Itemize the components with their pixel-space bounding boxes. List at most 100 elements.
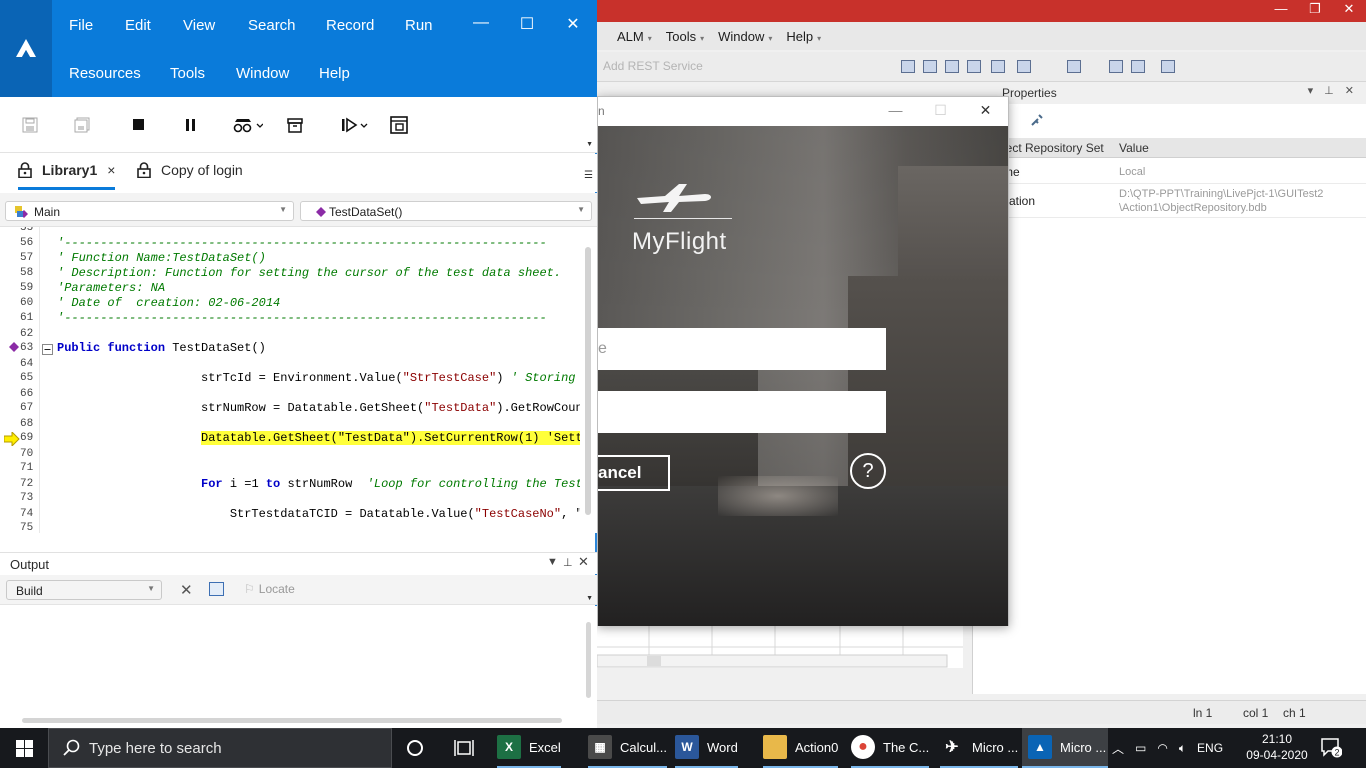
help-button[interactable]: ? xyxy=(850,453,886,489)
code-line[interactable]: 65 strTcId = Environment.Value("StrTestC… xyxy=(0,371,597,386)
code-editor[interactable]: 55 56 '-----------------------------------… xyxy=(0,227,597,533)
code-line[interactable]: 57 ' Function Name:TestDataSet() xyxy=(0,251,597,266)
menu-alm[interactable]: ALM ▾ xyxy=(617,29,652,44)
code-line[interactable]: 58 ' Description: Function for setting th… xyxy=(0,266,597,281)
menu-run[interactable]: Run xyxy=(405,17,433,34)
panel-close-icon[interactable]: ✕ xyxy=(578,554,589,570)
code-line[interactable]: 67 strNumRow = Datatable.GetSheet("TestD… xyxy=(0,401,597,416)
close-button[interactable]: ✕ xyxy=(561,14,585,34)
code-line[interactable]: 59 'Parameters: NA xyxy=(0,281,597,296)
cortana-icon[interactable] xyxy=(406,739,424,757)
menu-help-bg[interactable]: Help ▾ xyxy=(786,29,821,44)
code-line[interactable]: 60 ' Date of creation: 02-06-2014 xyxy=(0,296,597,311)
code-line[interactable]: 72 For i =1 to strNumRow 'Loop for contr… xyxy=(0,477,597,492)
output-horizontal-scrollbar[interactable] xyxy=(22,718,562,723)
add-rest-service-button[interactable]: Add REST Service xyxy=(603,59,703,73)
property-row[interactable]: me Local xyxy=(973,160,1366,184)
object-icon[interactable] xyxy=(1067,60,1081,73)
taskbar-app-chrome[interactable]: ● The C... xyxy=(851,728,930,768)
property-row[interactable]: cation D:\QTP-PPT\Training\LivePjct-1\GU… xyxy=(973,184,1366,218)
menu-file[interactable]: File xyxy=(69,17,93,34)
output-source-dropdown[interactable]: Build ▼ xyxy=(6,580,162,600)
checkpoint-icon[interactable] xyxy=(390,115,408,135)
code-line[interactable]: 63 Public function TestDataSet() xyxy=(0,341,597,356)
breakpoint-icon[interactable] xyxy=(9,342,19,352)
taskbar-app-excel[interactable]: X Excel xyxy=(497,728,561,768)
save-icon[interactable] xyxy=(22,115,38,135)
code-line[interactable]: 69 Datatable.GetSheet("TestData").SetCur… xyxy=(0,431,597,446)
minimize-button[interactable]: — xyxy=(469,14,493,32)
battery-icon[interactable]: ▭ xyxy=(1135,741,1146,755)
menu-window[interactable]: Window xyxy=(236,65,289,82)
menu-resources[interactable]: Resources xyxy=(69,65,141,82)
document-icon[interactable] xyxy=(1161,60,1175,73)
tab-library1[interactable]: Library1 × xyxy=(18,162,116,190)
menu-help[interactable]: Help xyxy=(319,65,350,82)
taskbar-app-word[interactable]: W Word xyxy=(675,728,738,768)
tab-copy-of-login[interactable]: Copy of login xyxy=(137,162,243,190)
system-clock[interactable]: 21:10 09-04-2020 xyxy=(1246,731,1308,763)
output-content[interactable] xyxy=(0,606,597,728)
function-dropdown[interactable]: TestDataSet() ▼ xyxy=(300,201,592,221)
pause-icon[interactable] xyxy=(185,115,197,135)
record-mode-icon[interactable] xyxy=(233,115,263,135)
password-field[interactable] xyxy=(598,391,886,433)
show-hidden-icons-icon[interactable]: ︿ xyxy=(1112,740,1124,757)
code-vertical-scrollbar[interactable] xyxy=(585,247,591,515)
locate-button[interactable]: ⚐ Locate xyxy=(244,582,295,596)
start-button[interactable] xyxy=(0,728,48,768)
background-maximize-button[interactable]: ❐ xyxy=(1298,0,1332,18)
menu-search[interactable]: Search xyxy=(248,17,296,34)
window-icon[interactable] xyxy=(991,60,1005,73)
code-line[interactable]: 74 StrTestdataTCID = Datatable.Value("Te… xyxy=(0,507,597,522)
background-minimize-button[interactable]: — xyxy=(1264,0,1298,18)
volume-icon[interactable]: 🔈︎ xyxy=(1179,741,1186,756)
tabs-overflow-icon[interactable]: ☰ xyxy=(584,170,593,181)
output-overflow-icon[interactable]: ▼ xyxy=(586,595,593,602)
word-wrap-icon[interactable] xyxy=(209,582,224,596)
taskbar-search-box[interactable]: Type here to search xyxy=(48,728,392,768)
menu-edit[interactable]: Edit xyxy=(125,17,151,34)
code-line[interactable]: 73 xyxy=(0,491,597,506)
taskbar-app-folder[interactable]: ▬ Action0 xyxy=(763,728,839,768)
background-close-button[interactable]: ✕ xyxy=(1332,0,1366,18)
taskbar-app-uft[interactable]: ▲ Micro ... xyxy=(1022,728,1108,768)
login-maximize-button[interactable]: ☐ xyxy=(918,97,963,126)
output-vertical-scrollbar[interactable] xyxy=(586,622,591,698)
menu-record[interactable]: Record xyxy=(326,17,374,34)
wifi-icon[interactable]: ◠ xyxy=(1157,741,1167,755)
code-line[interactable]: 55 xyxy=(0,227,597,236)
clear-output-icon[interactable]: ✕ xyxy=(180,581,193,599)
scope-dropdown[interactable]: Main ▼ xyxy=(5,201,294,221)
maximize-button[interactable]: ☐ xyxy=(515,14,539,34)
archive-icon[interactable] xyxy=(287,115,303,135)
code-line[interactable]: 70 xyxy=(0,447,597,462)
table-icon[interactable] xyxy=(923,60,937,73)
menu-tools[interactable]: Tools xyxy=(170,65,205,82)
tab-close-icon[interactable]: × xyxy=(107,162,115,178)
output-icon[interactable] xyxy=(1131,60,1145,73)
taskbar-app-calculator[interactable]: ▦ Calcul... xyxy=(588,728,667,768)
tree-icon[interactable] xyxy=(967,60,981,73)
login-close-button[interactable]: ✕ xyxy=(963,97,1008,126)
code-line[interactable]: 61 '-------------------------------------… xyxy=(0,311,597,326)
properties-panel-controls[interactable]: ▾ ⊥ ✕ xyxy=(1308,84,1358,97)
toolbar-overflow-icon[interactable]: ▼ xyxy=(586,141,593,148)
code-line[interactable]: 64 xyxy=(0,357,597,372)
collapse-icon[interactable] xyxy=(42,344,53,355)
code-line[interactable]: 66 xyxy=(0,387,597,402)
menu-view[interactable]: View xyxy=(183,17,215,34)
menu-tools-bg[interactable]: Tools ▾ xyxy=(666,29,704,44)
username-field[interactable]: e xyxy=(598,328,886,370)
login-minimize-button[interactable]: — xyxy=(873,97,918,126)
code-line[interactable]: 56 '-------------------------------------… xyxy=(0,236,597,251)
tools-icon[interactable] xyxy=(1029,112,1045,128)
step-icon[interactable] xyxy=(1017,60,1031,73)
cancel-button[interactable]: ancel xyxy=(598,455,670,491)
panel-menu-icon[interactable]: ▼ xyxy=(547,556,558,568)
task-view-icon[interactable] xyxy=(454,739,474,757)
pin-icon[interactable]: ⊥ xyxy=(563,556,573,569)
code-line[interactable]: 68 xyxy=(0,417,597,432)
stop-icon[interactable] xyxy=(133,115,145,135)
code-line[interactable]: 75 xyxy=(0,521,597,533)
